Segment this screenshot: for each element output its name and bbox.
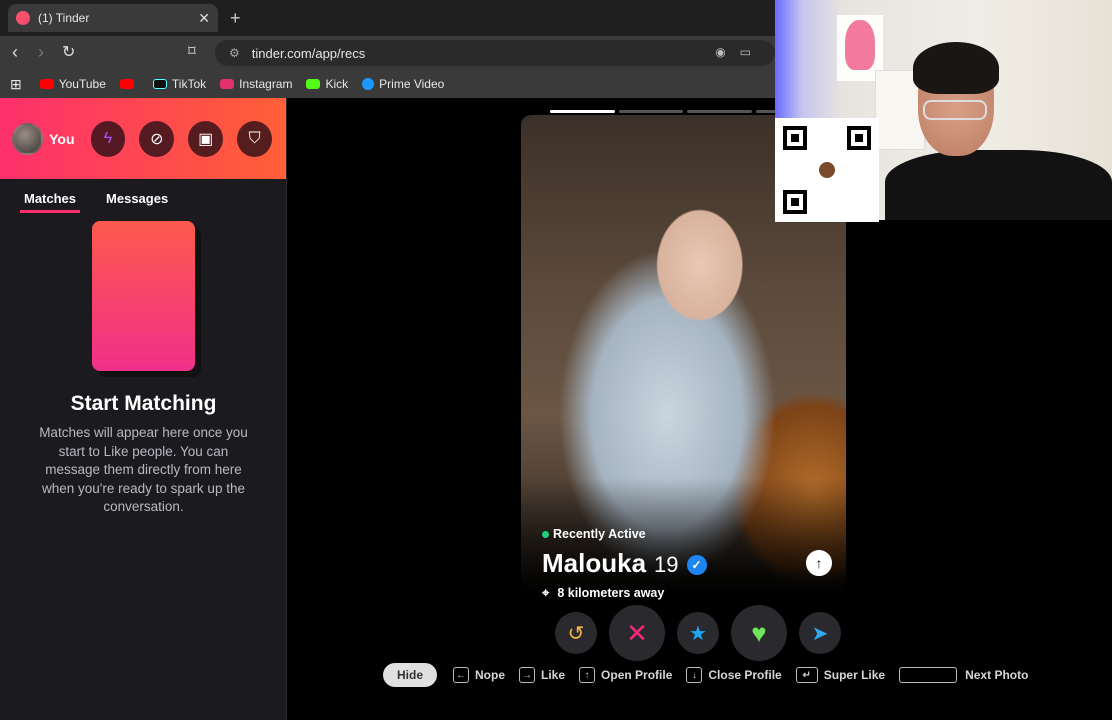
site-settings-icon[interactable]: ⚙ — [229, 46, 240, 60]
tab-messages[interactable]: Messages — [102, 191, 172, 213]
cam-person-hair — [913, 42, 999, 94]
super-like-button[interactable]: ★ — [677, 612, 719, 654]
browser-tab[interactable]: (1) Tinder ✕ — [8, 4, 218, 32]
distance-text: 8 kilometers away — [557, 586, 665, 600]
star-icon: ★ — [689, 622, 707, 645]
arrow-up-icon: ↑ — [815, 555, 823, 571]
photo-progress-segment — [550, 110, 615, 113]
boost-button[interactable]: ➤ — [799, 612, 841, 654]
send-icon: ➤ — [811, 622, 829, 645]
briefcase-icon[interactable]: ▣ — [188, 120, 224, 157]
youtube-icon — [39, 79, 54, 89]
qr-code — [775, 118, 879, 222]
space-key-icon — [899, 667, 958, 683]
hide-shortcuts-button[interactable]: Hide — [383, 663, 438, 687]
bookmark-icon[interactable]: ⌑ — [188, 42, 196, 60]
tab-matches[interactable]: Matches — [20, 191, 81, 213]
back-icon[interactable]: ‹ — [12, 42, 18, 63]
new-tab-button[interactable]: + — [230, 8, 241, 29]
cam-glasses — [923, 100, 987, 120]
rewind-button[interactable]: ↺ — [555, 612, 597, 654]
arrow-right-key-icon: → — [519, 667, 536, 683]
shortcut-super-like: ↵ Super Like — [795, 667, 885, 683]
photo-progress-segment — [687, 110, 752, 113]
kick-icon — [306, 79, 321, 89]
sidebar-header: You ϟ ⊘ ▣ ⛉ — [0, 98, 286, 179]
sidebar-tabs: Matches Messages — [0, 179, 286, 213]
action-buttons: ↺ ✕ ★ ♥ ➤ — [555, 605, 853, 661]
open-profile-button[interactable]: ↑ — [806, 550, 832, 576]
tinder-favicon-icon — [16, 11, 30, 25]
bookmark-youtube[interactable]: YouTube — [39, 77, 106, 91]
profile-name-row: Malouka 19 ✓ — [542, 548, 707, 579]
empty-state-body: Matches will appear here once you start … — [39, 425, 248, 514]
like-button[interactable]: ♥ — [731, 605, 787, 661]
shortcut-next-photo: Next Photo — [899, 667, 1028, 683]
photo-progress-segment — [618, 110, 683, 113]
tab-title: (1) Tinder — [38, 11, 90, 25]
arrow-up-key-icon: ↑ — [579, 667, 596, 683]
shortcut-close-profile: ↓ Close Profile — [686, 667, 782, 683]
bookmarks-bar: ⊞ YouTube TikTok Instagram Kick Prime Vi… — [0, 70, 775, 98]
tab-close-icon[interactable]: ✕ — [198, 10, 210, 27]
url-text: tinder.com/app/recs — [251, 45, 366, 61]
profile-age: 19 — [654, 552, 679, 577]
empty-state-title: Start Matching — [70, 392, 217, 415]
youtube-icon — [119, 79, 134, 89]
bookmark-tiktok[interactable]: TikTok — [152, 77, 206, 91]
address-toolbar: ‹ › ↻ ⌑ ⚙ tinder.com/app/recs ◉▭ — [0, 36, 775, 70]
url-bar[interactable]: ⚙ tinder.com/app/recs ◉▭ — [215, 40, 775, 66]
reload-icon[interactable]: ↻ — [62, 42, 75, 62]
cam-person-body — [885, 150, 1112, 220]
shortcut-nope: ← Nope — [453, 667, 505, 683]
arrow-left-key-icon: ← — [453, 667, 470, 683]
cam-plush-toy — [845, 20, 875, 70]
browser-tab-bar: (1) Tinder ✕ + — [0, 0, 775, 36]
explore-icon[interactable]: ⊘ — [139, 120, 175, 157]
qr-logo — [817, 160, 837, 180]
keyboard-shortcuts-bar: Hide ← Nope → Like ↑ Open Profile ↓ Close Pr… — [383, 663, 1042, 687]
prime-video-icon — [362, 78, 375, 90]
activity-status: Recently Active — [542, 527, 646, 541]
rewind-icon: ↺ — [567, 622, 585, 645]
bookmark-kick[interactable]: Kick — [306, 77, 348, 91]
location-pin-icon: ⌖ — [542, 585, 550, 600]
matches-placeholder-card — [92, 221, 195, 371]
heart-icon: ♥ — [751, 617, 767, 648]
nope-button[interactable]: ✕ — [609, 605, 665, 661]
avatar[interactable] — [12, 122, 44, 155]
arrow-down-key-icon: ↓ — [686, 667, 703, 683]
screen: (1) Tinder ✕ + ‹ › ↻ ⌑ ⚙ tinder.com/app/… — [0, 0, 1112, 720]
qr-finder — [783, 190, 807, 214]
active-dot-icon — [542, 530, 549, 538]
forward-icon[interactable]: › — [38, 42, 44, 63]
bookmark-instagram[interactable]: Instagram — [220, 77, 292, 91]
bookmark-youtube-2[interactable] — [119, 79, 139, 89]
sidebar: You ϟ ⊘ ▣ ⛉ Matches Messages Start Match… — [0, 98, 287, 720]
shortcut-like: → Like — [519, 667, 565, 683]
qr-finder — [847, 126, 871, 150]
distance-row: ⌖ 8 kilometers away — [542, 585, 664, 601]
location-icon[interactable]: ◉▭ — [715, 45, 765, 59]
close-icon: ✕ — [626, 617, 648, 648]
tiktok-icon — [152, 79, 167, 89]
qr-finder — [783, 126, 807, 150]
shield-icon[interactable]: ⛉ — [237, 120, 273, 157]
profile-name: Malouka — [542, 548, 647, 578]
bookmark-prime-video[interactable]: Prime Video — [362, 77, 444, 91]
boost-icon[interactable]: ϟ — [90, 120, 126, 157]
enter-key-icon: ↵ — [795, 667, 818, 683]
verified-badge-icon: ✓ — [686, 555, 707, 575]
apps-grid-icon[interactable]: ⊞ — [10, 76, 22, 93]
shortcut-open-profile: ↑ Open Profile — [579, 667, 672, 683]
instagram-icon — [220, 79, 235, 89]
profile-label[interactable]: You — [49, 131, 74, 147]
